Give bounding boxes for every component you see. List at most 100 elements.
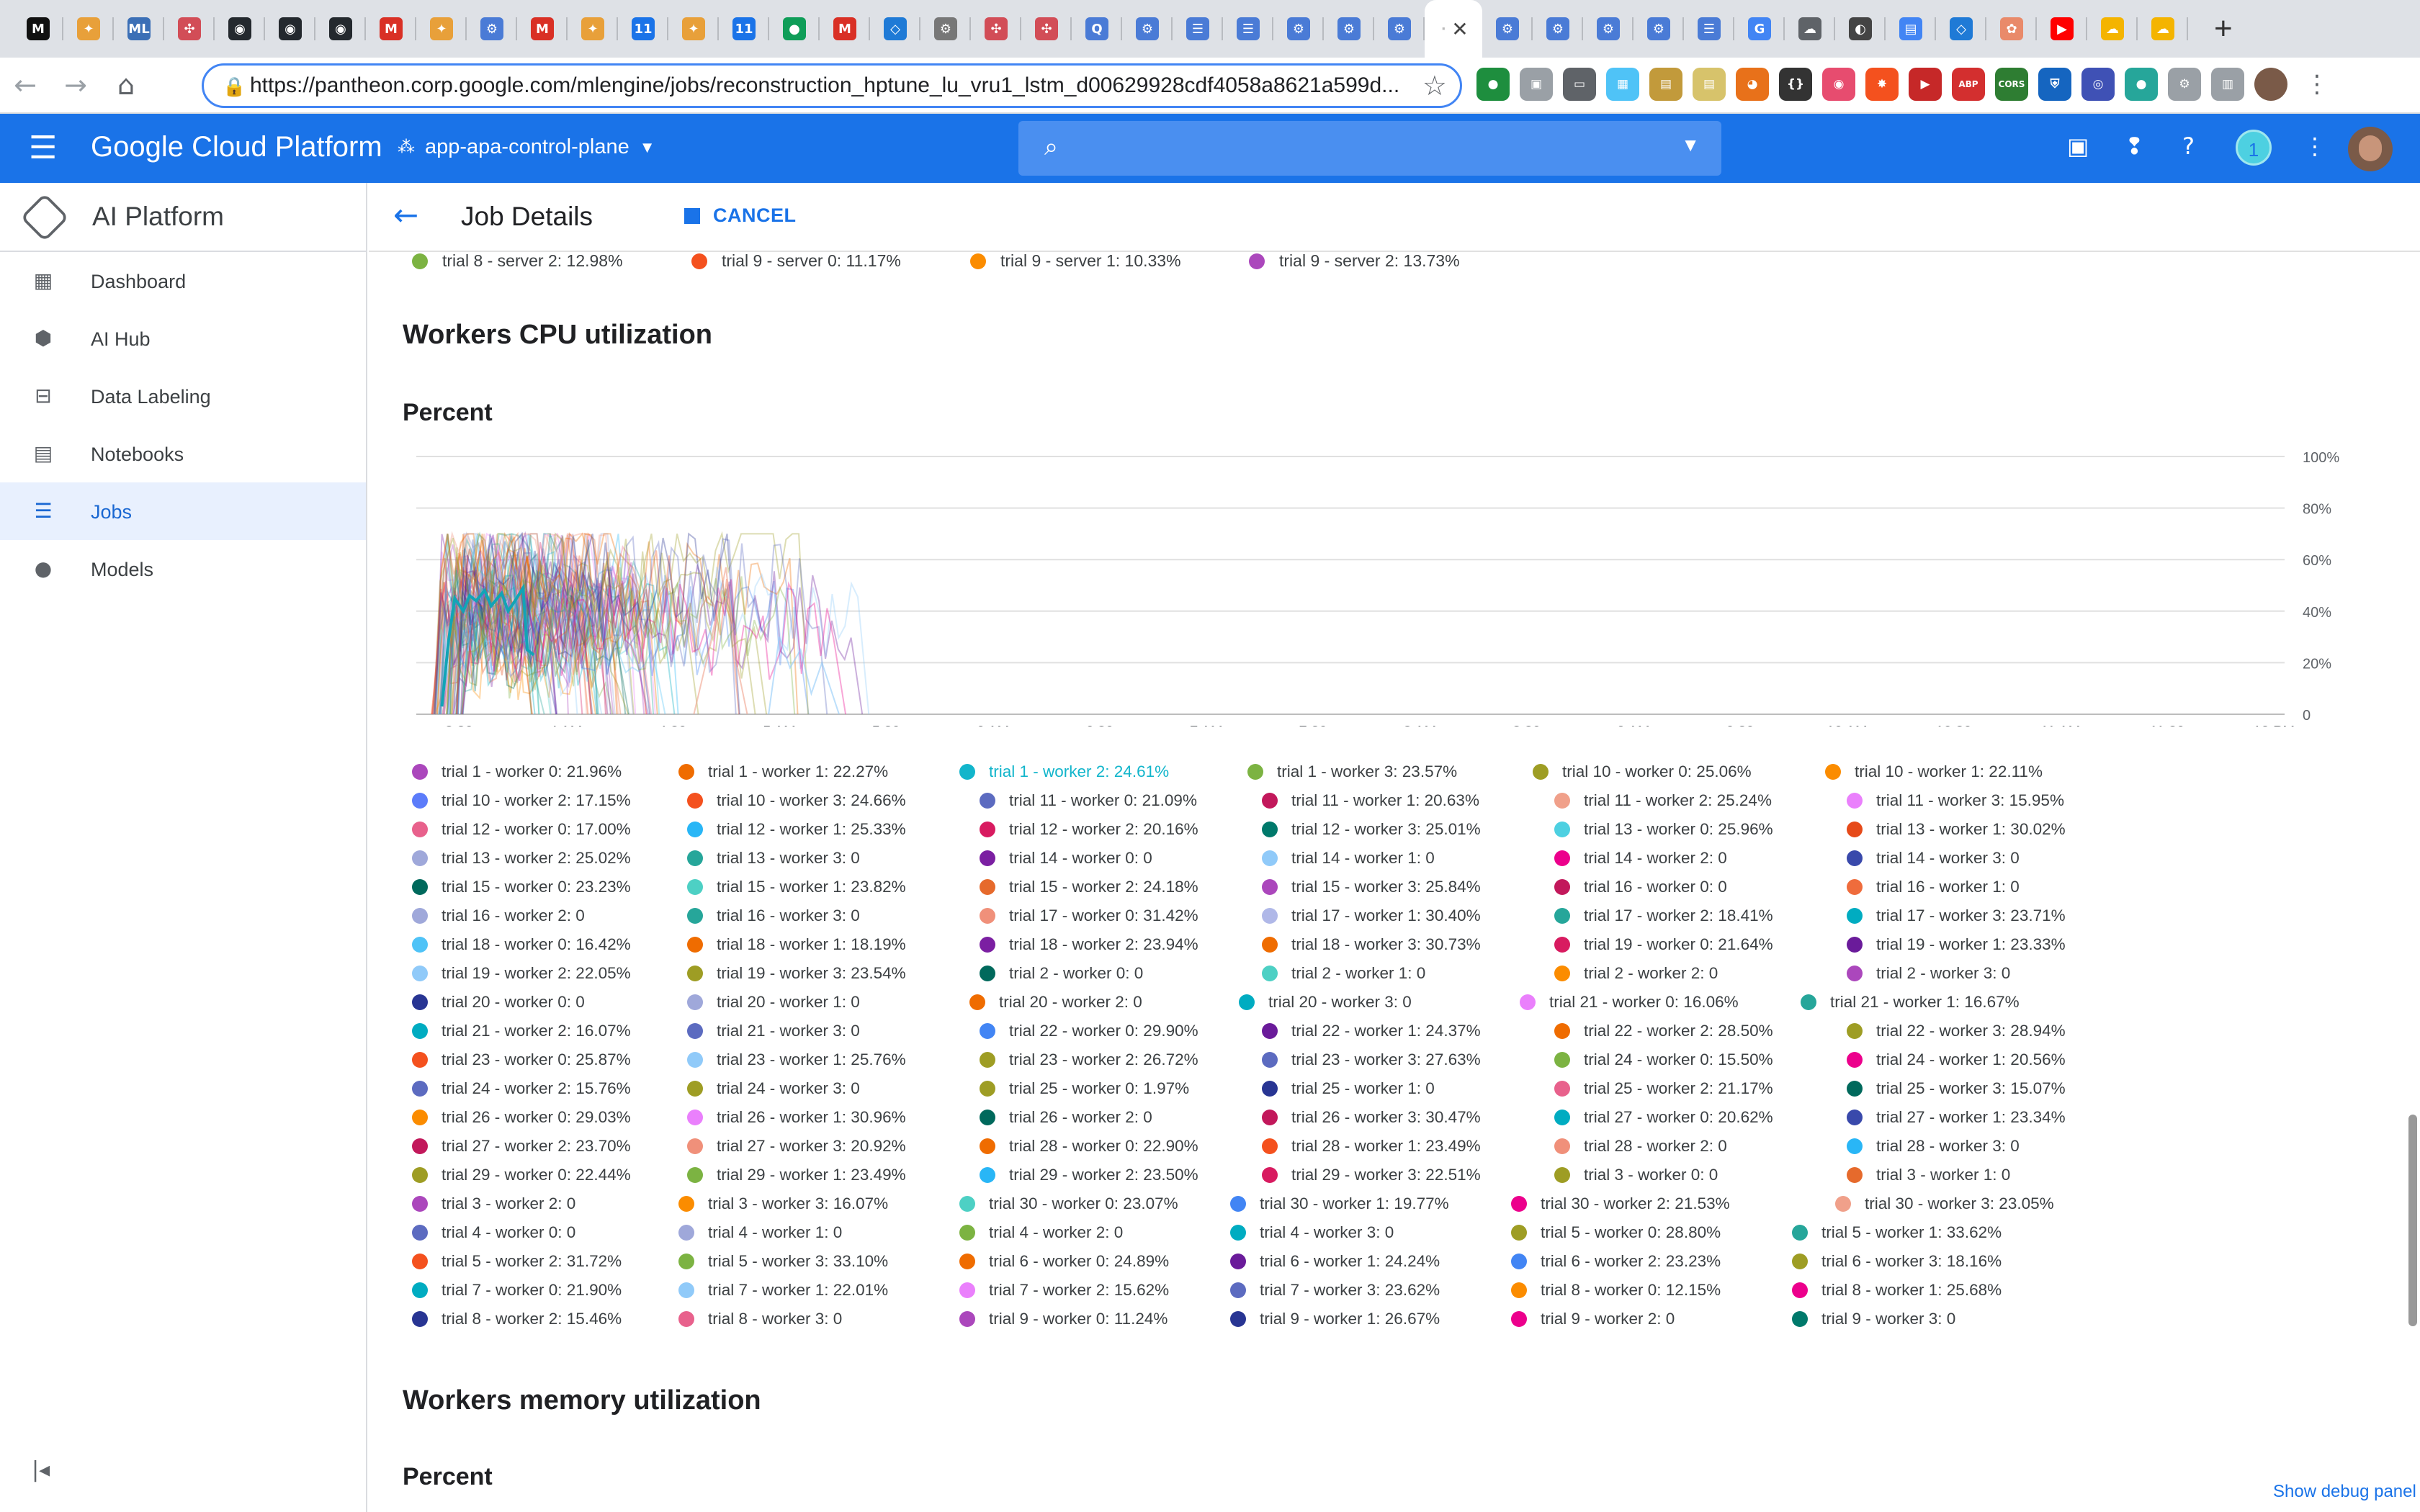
browser-tab[interactable]: ☁: [2087, 0, 2138, 58]
legend-item[interactable]: trial 4 - worker 0: 0: [412, 1223, 575, 1242]
legend-item[interactable]: trial 19 - worker 3: 23.54%: [687, 964, 906, 983]
legend-item[interactable]: trial 30 - worker 3: 23.05%: [1835, 1194, 2054, 1213]
search-dropdown-icon[interactable]: ▼: [1681, 134, 1700, 156]
browser-tab[interactable]: M: [517, 0, 568, 58]
sidebar-item-ai-hub[interactable]: ⬢ AI Hub: [0, 310, 366, 367]
legend-item[interactable]: trial 10 - worker 1: 22.11%: [1825, 762, 2043, 781]
legend-item[interactable]: trial 20 - worker 0: 0: [412, 993, 585, 1012]
legend-item[interactable]: trial 2 - worker 1: 0: [1262, 964, 1425, 983]
legend-item[interactable]: trial 18 - worker 1: 18.19%: [687, 935, 906, 954]
legend-item[interactable]: trial 28 - worker 3: 0: [1847, 1137, 2020, 1156]
legend-item[interactable]: trial 21 - worker 1: 16.67%: [1801, 993, 2020, 1012]
legend-item[interactable]: trial 24 - worker 1: 20.56%: [1847, 1050, 2066, 1069]
browser-tab[interactable]: ✦: [416, 0, 467, 58]
sidebar-item-models[interactable]: ● Models: [0, 540, 366, 598]
legend-item[interactable]: trial 3 - worker 1: 0: [1847, 1166, 2010, 1184]
legend-item[interactable]: trial 9 - server 0: 11.17%: [691, 251, 901, 271]
browser-tab[interactable]: ☁: [1785, 0, 1835, 58]
legend-item[interactable]: trial 16 - worker 1: 0: [1847, 878, 2020, 896]
legend-item[interactable]: trial 6 - worker 1: 24.24%: [1230, 1252, 1440, 1271]
legend-item[interactable]: trial 30 - worker 2: 21.53%: [1511, 1194, 1730, 1213]
browser-tab[interactable]: ⚙: [1583, 0, 1634, 58]
legend-item[interactable]: trial 15 - worker 3: 25.84%: [1262, 878, 1481, 896]
new-tab-icon[interactable]: +: [2214, 0, 2233, 58]
legend-item[interactable]: trial 30 - worker 0: 23.07%: [959, 1194, 1178, 1213]
legend-item[interactable]: trial 14 - worker 1: 0: [1262, 849, 1435, 868]
legend-item[interactable]: trial 7 - worker 3: 23.62%: [1230, 1281, 1440, 1300]
legend-item[interactable]: trial 1 - worker 0: 21.96%: [412, 762, 622, 781]
browser-tab[interactable]: ⚙: [1533, 0, 1583, 58]
legend-item[interactable]: trial 22 - worker 0: 29.90%: [980, 1022, 1198, 1040]
browser-tab[interactable]: G: [1734, 0, 1785, 58]
legend-item[interactable]: trial 17 - worker 0: 31.42%: [980, 906, 1198, 925]
browser-tab[interactable]: ☰: [1223, 0, 1273, 58]
legend-item[interactable]: trial 21 - worker 2: 16.07%: [412, 1022, 631, 1040]
sidebar-item-notebooks[interactable]: ▤ Notebooks: [0, 425, 366, 482]
browser-tab[interactable]: ✦: [668, 0, 719, 58]
browser-tab[interactable]: ☰: [1684, 0, 1734, 58]
address-bar[interactable]: 🔒 https://pantheon.corp.google.com/mleng…: [202, 63, 1462, 108]
legend-item[interactable]: trial 9 - server 2: 13.73%: [1249, 251, 1460, 271]
extension-icon[interactable]: ◕: [1736, 68, 1769, 101]
legend-item[interactable]: trial 1 - worker 3: 23.57%: [1247, 762, 1457, 781]
legend-item[interactable]: trial 6 - worker 2: 23.23%: [1511, 1252, 1721, 1271]
collapse-sidebar-icon[interactable]: |◂: [32, 1457, 50, 1482]
browser-tab[interactable]: ⚙: [1122, 0, 1173, 58]
legend-item[interactable]: trial 14 - worker 2: 0: [1554, 849, 1727, 868]
sidebar-item-data-labeling[interactable]: ⊟ Data Labeling: [0, 367, 366, 425]
legend-item[interactable]: trial 9 - worker 1: 26.67%: [1230, 1310, 1440, 1328]
legend-item[interactable]: trial 3 - worker 0: 0: [1554, 1166, 1718, 1184]
legend-item[interactable]: trial 6 - worker 3: 18.16%: [1792, 1252, 2002, 1271]
browser-tab[interactable]: ✦: [63, 0, 114, 58]
legend-item[interactable]: trial 22 - worker 3: 28.94%: [1847, 1022, 2066, 1040]
browser-tab[interactable]: ✿: [1986, 0, 2037, 58]
legend-item[interactable]: trial 25 - worker 2: 21.17%: [1554, 1079, 1773, 1098]
legend-item[interactable]: trial 4 - worker 2: 0: [959, 1223, 1123, 1242]
legend-item[interactable]: trial 3 - worker 3: 16.07%: [678, 1194, 888, 1213]
legend-item[interactable]: trial 14 - worker 3: 0: [1847, 849, 2020, 868]
browser-tab[interactable]: ◐: [1835, 0, 1886, 58]
legend-item[interactable]: trial 23 - worker 2: 26.72%: [980, 1050, 1198, 1069]
legend-item[interactable]: trial 1 - worker 1: 22.27%: [678, 762, 888, 781]
menu-icon[interactable]: ☰: [29, 130, 57, 166]
legend-item[interactable]: trial 22 - worker 1: 24.37%: [1262, 1022, 1481, 1040]
profile-avatar[interactable]: [2254, 68, 2287, 101]
browser-tab[interactable]: ▤: [1886, 0, 1936, 58]
legend-item[interactable]: trial 16 - worker 0: 0: [1554, 878, 1727, 896]
feedback-icon[interactable]: ❢: [2125, 132, 2144, 160]
extension-icon[interactable]: ▤: [1693, 68, 1726, 101]
legend-item[interactable]: trial 3 - worker 2: 0: [412, 1194, 575, 1213]
legend-item[interactable]: trial 2 - worker 0: 0: [980, 964, 1143, 983]
project-selector[interactable]: ⁂ app-apa-control-plane ▼: [398, 135, 655, 159]
cancel-button[interactable]: CANCEL: [684, 204, 797, 227]
sidebar-item-jobs[interactable]: ☰ Jobs: [0, 482, 366, 540]
legend-item[interactable]: trial 20 - worker 3: 0: [1239, 993, 1412, 1012]
legend-item[interactable]: trial 23 - worker 3: 27.63%: [1262, 1050, 1481, 1069]
legend-item[interactable]: trial 21 - worker 3: 0: [687, 1022, 860, 1040]
legend-item[interactable]: trial 11 - worker 3: 15.95%: [1847, 791, 2064, 810]
search-bar[interactable]: ⌕ ▼: [1018, 121, 1721, 176]
browser-tab[interactable]: ●: [769, 0, 820, 58]
browser-tab[interactable]: ✣: [971, 0, 1021, 58]
bookmark-star-icon[interactable]: ☆: [1422, 70, 1447, 102]
legend-item[interactable]: trial 16 - worker 3: 0: [687, 906, 860, 925]
legend-item[interactable]: trial 2 - worker 2: 0: [1554, 964, 1718, 983]
browser-tab[interactable]: ☰: [1173, 0, 1223, 58]
show-debug-panel-link[interactable]: Show debug panel: [2273, 1482, 2416, 1502]
legend-item[interactable]: trial 13 - worker 3: 0: [687, 849, 860, 868]
more-vert-icon[interactable]: ⋮: [2303, 132, 2326, 160]
legend-item[interactable]: trial 6 - worker 0: 24.89%: [959, 1252, 1169, 1271]
legend-item[interactable]: trial 8 - worker 2: 15.46%: [412, 1310, 622, 1328]
legend-item[interactable]: trial 5 - worker 1: 33.62%: [1792, 1223, 2002, 1242]
legend-item[interactable]: trial 24 - worker 0: 15.50%: [1554, 1050, 1773, 1069]
legend-item[interactable]: trial 8 - worker 3: 0: [678, 1310, 842, 1328]
extension-icon[interactable]: ◉: [1822, 68, 1855, 101]
legend-item[interactable]: trial 19 - worker 1: 23.33%: [1847, 935, 2066, 954]
legend-item[interactable]: trial 5 - worker 3: 33.10%: [678, 1252, 888, 1271]
browser-tab[interactable]: ◇: [1936, 0, 1986, 58]
browser-tab[interactable]: ✣: [1021, 0, 1072, 58]
extension-icon[interactable]: ▥: [2211, 68, 2244, 101]
back-arrow-icon[interactable]: ←: [393, 197, 418, 233]
back-icon[interactable]: ←: [0, 69, 50, 101]
browser-tab[interactable]: ▶: [2037, 0, 2087, 58]
